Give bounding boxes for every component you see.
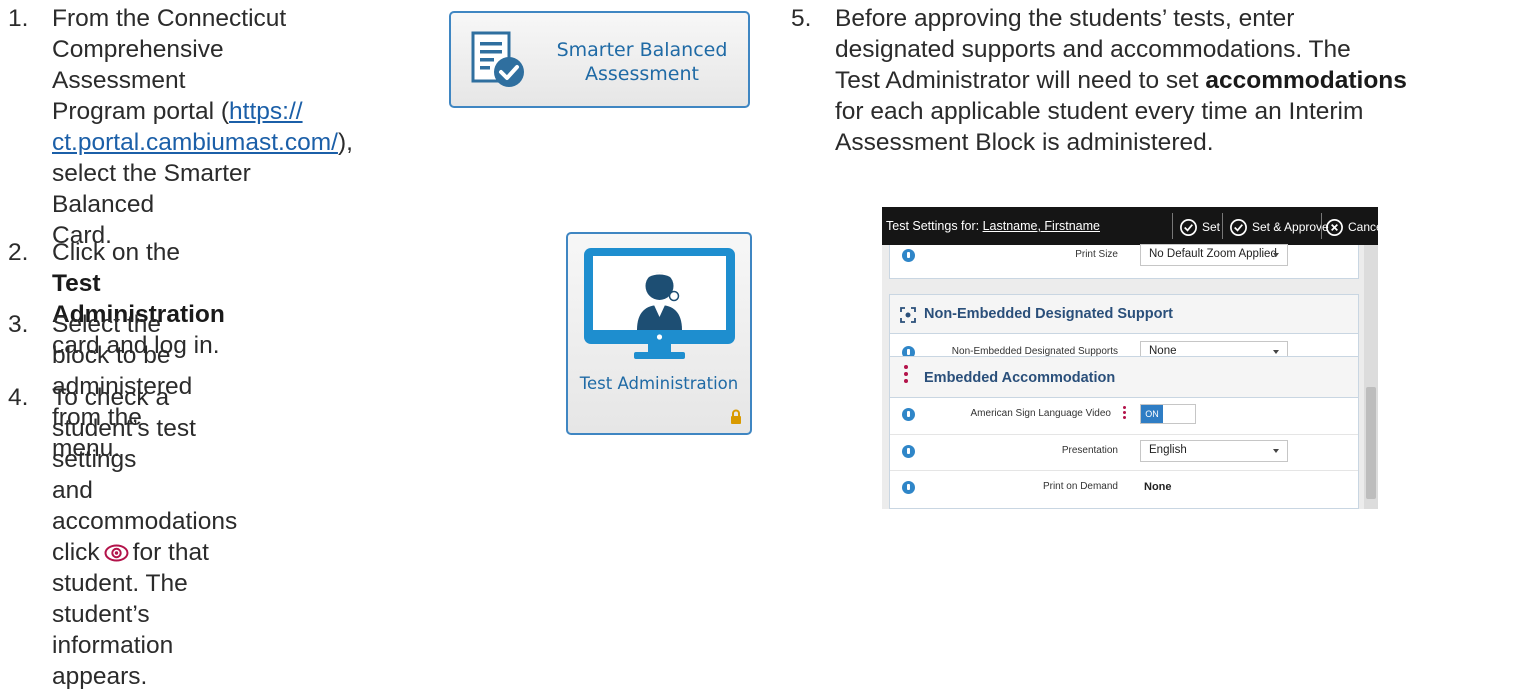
step-text: To check a student’s test settings and a… — [52, 382, 237, 692]
step-text-fragment: for that — [132, 539, 209, 566]
lock-icon — [731, 409, 741, 424]
help-icon[interactable] — [902, 408, 915, 421]
smarter-balanced-card[interactable]: Smarter Balanced Assessment — [449, 11, 750, 108]
step-number: 1. — [8, 5, 29, 32]
step-text-fragment: Click on the — [52, 239, 181, 266]
step-line: Program portal (https:// — [52, 96, 353, 127]
step-line: select the Smarter Balanced — [52, 160, 251, 218]
presentation-dropdown[interactable]: English — [1140, 440, 1288, 462]
print-size-dropdown[interactable]: No Default Zoom Applied — [1140, 244, 1288, 266]
step-line: for each applicable student every time a… — [835, 98, 1364, 125]
step-line: Test Administrator will need to set acco… — [835, 65, 1407, 96]
step-line: To check a student’s test settings — [52, 384, 196, 473]
set-button[interactable]: Set — [1179, 217, 1220, 237]
step-number: 5. — [791, 5, 812, 32]
portal-link[interactable]: https:// — [229, 98, 303, 125]
step-line: Before approving the students’ tests, en… — [835, 5, 1295, 32]
test-administration-card[interactable]: Test Administration — [566, 232, 752, 435]
set-approve-button[interactable]: Set & Approve — [1229, 217, 1329, 237]
close-circle-icon — [1326, 218, 1343, 236]
caret-down-icon — [1273, 449, 1279, 453]
print-size-row: Print Size No Default Zoom Applied — [890, 239, 1358, 273]
row-value: None — [1144, 481, 1172, 493]
check-circle-icon — [1230, 218, 1247, 236]
step-text-fragment: Program portal ( — [52, 98, 230, 125]
settings-title-prefix: Test Settings for: — [886, 219, 983, 233]
target-icon — [900, 307, 916, 323]
set-approve-button-label: Set & Approve — [1252, 220, 1329, 234]
dropdown-value: No Default Zoom Applied — [1149, 248, 1277, 260]
step-text: From the Connecticut Comprehensive Asses… — [52, 3, 353, 251]
scrollbar-thumb[interactable] — [1366, 387, 1376, 499]
step-bold-text: accommodations — [1205, 67, 1407, 94]
student-name-link[interactable]: Lastname, Firstname — [983, 219, 1100, 233]
caret-down-icon — [1273, 350, 1279, 354]
step-text-fragment: ), — [337, 129, 353, 156]
step-line: From the Connecticut — [52, 5, 287, 32]
section-title: Embedded Accommodation — [924, 370, 1116, 386]
vertical-dots-icon — [1123, 406, 1127, 422]
step-line: Comprehensive Assessment — [52, 36, 224, 94]
dropdown-value: English — [1149, 444, 1187, 456]
cancel-button[interactable]: Cancel — [1325, 217, 1378, 237]
help-icon[interactable] — [902, 249, 915, 262]
settings-panel: American Sign Language Video ON Presenta… — [889, 397, 1359, 509]
eye-icon — [104, 544, 129, 562]
divider — [1222, 213, 1223, 239]
print-on-demand-row: Print on Demand None — [890, 470, 1358, 505]
help-icon[interactable] — [902, 445, 915, 458]
step-line: Assessment Block is administered. — [835, 129, 1214, 156]
step-line: designated supports and accommodations. … — [835, 36, 1351, 63]
step-line: student. The student’s information appea… — [52, 570, 188, 690]
step-text-fragment: Test Administrator will need to set — [835, 67, 1206, 94]
monitor-person-icon — [584, 248, 735, 359]
embedded-section-header: Embedded Accommodation — [889, 356, 1359, 398]
help-icon[interactable] — [902, 481, 915, 494]
portal-link[interactable]: ct.portal.cambiumast.com/ — [52, 129, 338, 156]
card-title-line: Assessment — [585, 63, 699, 85]
divider — [1172, 213, 1173, 239]
test-settings-screenshot: Test Settings for: Lastname, Firstname S… — [882, 207, 1378, 509]
check-circle-icon — [1180, 218, 1197, 236]
set-button-label: Set — [1202, 220, 1221, 234]
divider — [1321, 213, 1322, 239]
step-number: 2. — [8, 239, 29, 266]
step-line: and accommodations click for that — [52, 475, 237, 568]
toggle-on-label: ON — [1141, 405, 1163, 423]
caret-down-icon — [1273, 253, 1279, 257]
vertical-dots-icon — [904, 365, 908, 386]
cancel-button-label: Cancel — [1348, 220, 1378, 234]
row-label: Print Size — [1075, 249, 1118, 260]
step-number: 3. — [8, 311, 29, 338]
row-label: Presentation — [1061, 445, 1118, 456]
step-number: 4. — [8, 384, 29, 411]
card-title-line: Smarter Balanced — [556, 39, 728, 61]
card-title: Test Administration — [579, 374, 739, 393]
document-check-icon — [471, 31, 524, 87]
presentation-row: Presentation English — [890, 434, 1358, 469]
settings-title: Test Settings for: Lastname, Firstname — [886, 219, 1100, 233]
step-line: ct.portal.cambiumast.com/), — [52, 127, 353, 158]
asl-video-toggle[interactable]: ON — [1140, 404, 1196, 424]
asl-video-row: American Sign Language Video ON — [890, 398, 1358, 432]
row-label: American Sign Language Video — [970, 408, 1111, 419]
settings-panel: Print Size No Default Zoom Applied — [889, 244, 1359, 279]
step-text: Before approving the students’ tests, en… — [835, 3, 1407, 158]
row-label: Print on Demand — [1042, 481, 1118, 492]
non-embedded-section-header: Non-Embedded Designated Support — [889, 294, 1359, 334]
section-title: Non-Embedded Designated Support — [924, 306, 1173, 322]
card-title: Smarter Balanced Assessment — [547, 38, 737, 86]
